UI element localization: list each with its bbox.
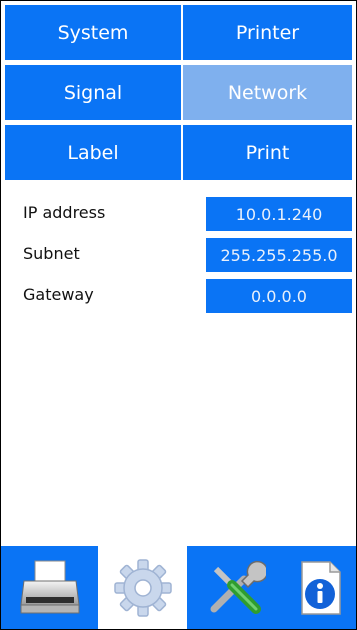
menu-print-button[interactable]: Print — [183, 125, 352, 180]
bottom-toolbar — [1, 546, 356, 629]
app-window: System Printer Signal Network Label Prin… — [0, 0, 357, 630]
ip-address-row: IP address 10.0.1.240 — [1, 197, 356, 238]
ip-address-label: IP address — [23, 203, 106, 222]
gateway-field[interactable]: 0.0.0.0 — [206, 279, 352, 313]
subnet-label: Subnet — [23, 244, 80, 263]
menu-signal-button[interactable]: Signal — [5, 65, 181, 120]
printer-tab[interactable] — [1, 546, 98, 629]
info-tab[interactable] — [283, 546, 356, 629]
menu-network-button[interactable]: Network — [183, 65, 352, 120]
subnet-row: Subnet 255.255.255.0 — [1, 238, 356, 279]
tools-icon — [210, 560, 266, 614]
tools-tab[interactable] — [187, 546, 283, 629]
settings-tab[interactable] — [98, 546, 187, 629]
gateway-label: Gateway — [23, 285, 94, 304]
network-settings: IP address 10.0.1.240 Subnet 255.255.255… — [1, 197, 356, 320]
menu-label-button[interactable]: Label — [5, 125, 181, 180]
gear-icon — [113, 558, 172, 617]
subnet-field[interactable]: 255.255.255.0 — [206, 238, 352, 272]
menu-printer-button[interactable]: Printer — [183, 5, 352, 60]
info-icon — [300, 560, 341, 615]
ip-address-field[interactable]: 10.0.1.240 — [206, 197, 352, 231]
menu-system-button[interactable]: System — [5, 5, 181, 60]
gateway-row: Gateway 0.0.0.0 — [1, 279, 356, 320]
printer-icon — [19, 560, 80, 613]
settings-menu: System Printer Signal Network Label Prin… — [5, 5, 352, 182]
